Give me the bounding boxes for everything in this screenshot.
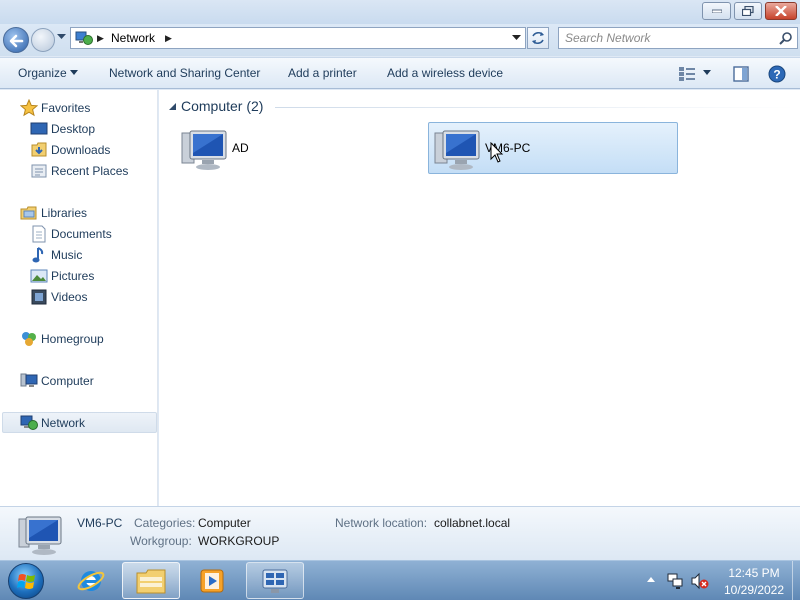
back-button[interactable] — [3, 27, 29, 53]
organize-menu[interactable]: Organize — [18, 66, 67, 80]
pictures-icon — [30, 269, 48, 283]
taskbar: 12:45 PM 10/29/2022 — [0, 560, 800, 600]
details-pane: VM6-PC Categories: Computer Workgroup: W… — [0, 506, 800, 560]
command-bar: Organize Network and Sharing Center Add … — [0, 57, 800, 89]
details-workgroup-value: WORKGROUP — [198, 534, 280, 548]
network-icon — [75, 31, 93, 45]
close-button[interactable] — [765, 2, 797, 20]
nav-desktop-label: Desktop — [51, 122, 96, 136]
libraries-icon — [20, 206, 37, 220]
taskbar-internet-explorer[interactable] — [62, 562, 120, 599]
details-name: VM6-PC — [77, 516, 123, 530]
close-icon — [775, 6, 787, 16]
breadcrumb-separator-icon[interactable]: ▶ — [165, 33, 172, 44]
change-view-icon[interactable] — [678, 66, 696, 82]
music-icon — [32, 247, 44, 263]
back-arrow-icon — [9, 34, 24, 48]
recent-places-icon — [31, 164, 47, 178]
add-wireless-device-button[interactable]: Add a wireless device — [387, 66, 503, 80]
title-bar — [0, 0, 800, 24]
taskbar-windows-explorer[interactable] — [122, 562, 180, 599]
desktop-icon — [30, 122, 48, 135]
nav-computer-label: Computer — [41, 374, 94, 388]
nav-pictures-label: Pictures — [51, 269, 95, 283]
taskbar-server-manager[interactable] — [246, 562, 304, 599]
clock-time[interactable]: 12:45 PM — [718, 566, 790, 580]
nav-documents-label: Documents — [51, 227, 112, 241]
internet-explorer-icon — [77, 570, 105, 591]
network-sharing-center-button[interactable]: Network and Sharing Center — [109, 66, 260, 80]
windows-logo-icon — [17, 574, 35, 589]
mouse-pointer-icon — [490, 142, 504, 163]
group-header[interactable]: Computer (2) — [181, 98, 263, 114]
nav-favorites-label: Favorites — [41, 101, 91, 115]
view-options-chevron-icon[interactable] — [703, 70, 711, 75]
svg-text:?: ? — [773, 68, 780, 82]
start-button[interactable] — [8, 563, 44, 599]
minimize-icon — [711, 9, 722, 13]
navigation-bar: ▶ Network ▶ — [0, 24, 800, 56]
videos-icon — [31, 289, 47, 305]
forward-button[interactable] — [31, 28, 55, 52]
nav-downloads-label: Downloads — [51, 143, 111, 157]
show-hidden-icons-icon[interactable] — [646, 575, 656, 583]
details-location-label: Network location: — [335, 516, 428, 530]
server-manager-icon — [262, 569, 288, 593]
volume-muted-icon[interactable] — [690, 572, 710, 590]
clock-date[interactable]: 10/29/2022 — [718, 583, 790, 597]
nav-music-label: Music — [51, 248, 83, 262]
navigation-pane: Favorites Desktop Downloads Recent Place… — [0, 90, 158, 506]
star-icon — [20, 99, 38, 117]
search-input[interactable] — [565, 31, 765, 45]
computer-icon — [20, 373, 38, 387]
nav-network-label: Network — [41, 416, 86, 430]
refresh-button[interactable] — [527, 27, 549, 49]
group-divider — [275, 107, 795, 108]
computer-icon — [18, 516, 62, 555]
collapse-triangle-icon[interactable] — [169, 103, 176, 110]
computer-item-ad[interactable]: AD — [175, 122, 425, 174]
details-location-value: collabnet.local — [434, 516, 511, 530]
address-history-chevron-icon[interactable] — [512, 35, 521, 41]
taskbar-media-player[interactable] — [183, 562, 241, 599]
details-categories-value: Computer — [198, 516, 251, 530]
homegroup-icon — [22, 332, 36, 346]
breadcrumb-separator-icon[interactable]: ▶ — [97, 33, 104, 44]
recent-pages-chevron-icon[interactable] — [57, 34, 66, 40]
breadcrumb-network[interactable]: Network — [111, 31, 155, 45]
preview-pane-icon[interactable] — [733, 66, 749, 82]
windows-explorer-icon — [136, 569, 166, 593]
details-workgroup-label: Workgroup: — [130, 534, 192, 548]
add-printer-button[interactable]: Add a printer — [288, 66, 357, 80]
nav-homegroup-label: Homegroup — [41, 332, 104, 346]
restore-icon — [742, 6, 754, 16]
computer-icon — [181, 130, 227, 170]
nav-recent-places-label: Recent Places — [51, 164, 129, 178]
refresh-icon — [532, 31, 544, 45]
search-icon[interactable] — [779, 31, 793, 45]
media-player-icon — [200, 569, 224, 592]
details-categories-label: Categories: — [134, 516, 196, 530]
search-box[interactable] — [558, 27, 798, 49]
minimize-button[interactable] — [702, 2, 731, 20]
address-bar[interactable]: ▶ Network ▶ — [70, 27, 526, 49]
downloads-icon — [31, 142, 47, 157]
chevron-down-icon[interactable] — [70, 70, 78, 75]
nav-videos-label: Videos — [51, 290, 88, 304]
restore-button[interactable] — [734, 2, 762, 20]
content-pane: Computer (2) AD VM6-PC — [159, 90, 800, 506]
show-desktop-button[interactable] — [792, 561, 800, 600]
computer-item-vm6-pc[interactable]: VM6-PC — [428, 122, 678, 174]
network-icon — [20, 415, 38, 430]
help-icon[interactable]: ? — [768, 65, 786, 83]
computer-icon — [434, 130, 480, 170]
network-status-icon[interactable] — [666, 572, 686, 590]
documents-icon — [32, 225, 46, 243]
nav-libraries-label: Libraries — [41, 206, 88, 220]
computer-item-label: AD — [232, 141, 249, 155]
